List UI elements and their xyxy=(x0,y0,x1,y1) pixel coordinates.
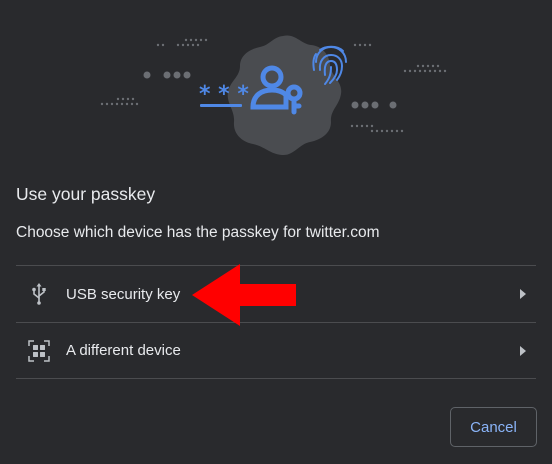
option-different-device[interactable]: A different device xyxy=(16,322,536,379)
passkey-dialog: * * * Use your passkey Choose which devi… xyxy=(0,0,552,464)
passkey-illustration: * * * xyxy=(100,35,447,156)
svg-text:* * *: * * * xyxy=(199,82,249,107)
dialog-title: Use your passkey xyxy=(16,184,156,204)
chevron-right-icon xyxy=(520,345,526,356)
qr-code-icon xyxy=(28,339,50,362)
usb-icon xyxy=(28,283,50,305)
option-label: USB security key xyxy=(66,285,181,303)
red-arrow-icon xyxy=(192,264,296,326)
password-mask-icon: * * * xyxy=(199,82,249,107)
option-label: A different device xyxy=(66,342,181,359)
chevron-right-icon xyxy=(520,289,526,299)
cancel-button[interactable]: Cancel xyxy=(450,407,537,447)
dialog-subtitle: Choose which device has the passkey for … xyxy=(16,224,380,241)
